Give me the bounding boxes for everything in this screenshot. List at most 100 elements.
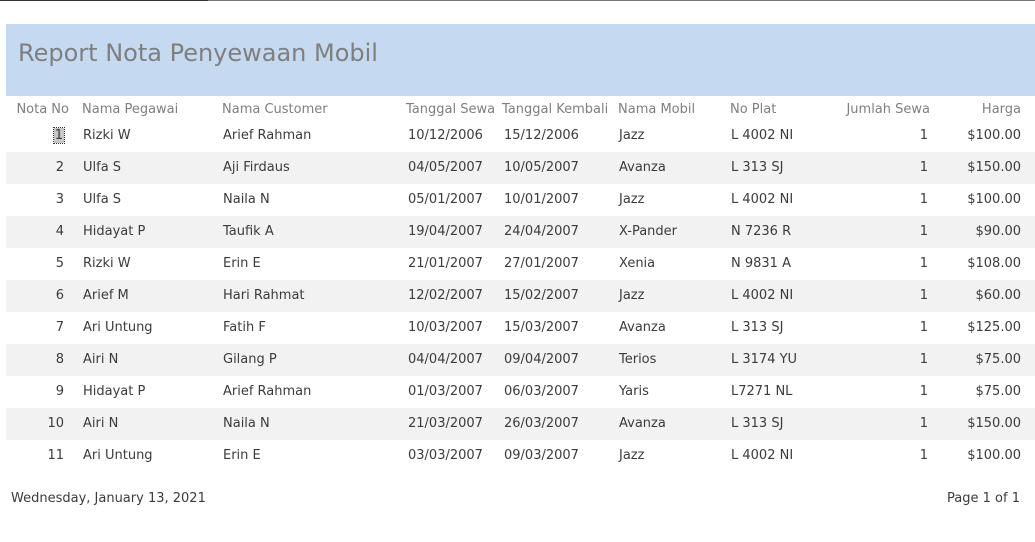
no-plat-cell: L 4002 NI	[731, 288, 794, 303]
column-header-nama-pegawai: Nama Pegawai	[82, 102, 179, 117]
tanggal-sewa-cell: 10/03/2007	[408, 320, 483, 335]
nota-no-cell: 7	[55, 320, 64, 335]
nota-no-cell[interactable]: 1	[6, 127, 66, 144]
tanggal-sewa-cell: 19/04/2007	[408, 224, 483, 239]
report-header: Report Nota Penyewaan Mobil	[6, 24, 1035, 96]
nama-mobil-cell: Avanza	[619, 416, 666, 431]
nota-no-cell: 10	[47, 416, 64, 431]
jumlah-sewa-cell: 1	[919, 384, 928, 399]
nama-mobil-cell: Jazz	[619, 128, 645, 143]
tanggal-sewa-cell: 21/03/2007	[408, 416, 483, 431]
no-plat-cell: L7271 NL	[731, 384, 793, 399]
report-row: 4 Hidayat P Taufik A 19/04/2007 24/04/20…	[6, 216, 1035, 248]
report-row: 7 Ari Untung Fatih F 10/03/2007 15/03/20…	[6, 312, 1035, 344]
jumlah-sewa-cell: 1	[919, 128, 928, 143]
nama-mobil-cell: Avanza	[619, 160, 666, 175]
nota-no-cell: 3	[55, 192, 64, 207]
nama-pegawai-cell: Arief M	[83, 288, 129, 303]
tanggal-kembali-cell: 10/01/2007	[504, 192, 579, 207]
nota-no-cell: 6	[55, 288, 64, 303]
column-header-row: Nota No Nama Pegawai Nama Customer Tangg…	[6, 96, 1035, 120]
nama-mobil-cell: Jazz	[619, 288, 645, 303]
report-date: Wednesday, January 13, 2021	[11, 491, 206, 506]
jumlah-sewa-cell: 1	[919, 160, 928, 175]
report-row: 8 Airi N Gilang P 04/04/2007 09/04/2007 …	[6, 344, 1035, 376]
jumlah-sewa-cell: 1	[919, 320, 928, 335]
harga-cell: $60.00	[975, 288, 1022, 303]
no-plat-cell: L 313 SJ	[731, 160, 784, 175]
nama-customer-cell: Taufik A	[223, 224, 274, 239]
nama-pegawai-cell: Ulfa S	[83, 160, 122, 175]
tanggal-kembali-cell: 15/02/2007	[504, 288, 579, 303]
jumlah-sewa-cell: 1	[919, 416, 928, 431]
harga-cell: $100.00	[967, 128, 1021, 143]
nota-no-cell: 11	[47, 448, 64, 463]
no-plat-cell: N 7236 R	[731, 224, 792, 239]
nama-pegawai-cell: Hidayat P	[83, 224, 146, 239]
nama-mobil-cell: Yaris	[619, 384, 649, 399]
nama-pegawai-cell: Ari Untung	[83, 320, 153, 335]
nota-no-cell: 2	[55, 160, 64, 175]
no-plat-cell: L 4002 NI	[731, 448, 794, 463]
nama-pegawai-cell: Rizki W	[83, 256, 131, 271]
tanggal-kembali-cell: 26/03/2007	[504, 416, 579, 431]
jumlah-sewa-cell: 1	[919, 352, 928, 367]
tanggal-sewa-cell: 21/01/2007	[408, 256, 483, 271]
tanggal-sewa-cell: 03/03/2007	[408, 448, 483, 463]
tanggal-sewa-cell: 05/01/2007	[408, 192, 483, 207]
no-plat-cell: L 313 SJ	[731, 320, 784, 335]
harga-cell: $100.00	[967, 448, 1021, 463]
nama-customer-cell: Hari Rahmat	[223, 288, 305, 303]
nama-customer-cell: Erin E	[223, 256, 261, 271]
nama-mobil-cell: Terios	[619, 352, 657, 367]
nama-mobil-cell: Avanza	[619, 320, 666, 335]
focused-nota-no[interactable]: 1	[52, 127, 66, 144]
harga-cell: $150.00	[967, 416, 1021, 431]
report-row: 6 Arief M Hari Rahmat 12/02/2007 15/02/2…	[6, 280, 1035, 312]
column-header-nama-customer: Nama Customer	[222, 102, 328, 117]
tanggal-kembali-cell: 24/04/2007	[504, 224, 579, 239]
nama-customer-cell: Aji Firdaus	[223, 160, 290, 175]
tanggal-sewa-cell: 01/03/2007	[408, 384, 483, 399]
jumlah-sewa-cell: 1	[919, 448, 928, 463]
page-number: Page 1 of 1	[947, 491, 1020, 506]
harga-cell: $90.00	[975, 224, 1022, 239]
jumlah-sewa-cell: 1	[919, 224, 928, 239]
top-border-accent	[0, 0, 208, 1]
tanggal-sewa-cell: 04/04/2007	[408, 352, 483, 367]
nama-customer-cell: Fatih F	[223, 320, 266, 335]
nama-customer-cell: Arief Rahman	[223, 384, 312, 399]
nota-no-cell: 5	[55, 256, 64, 271]
column-header-nota-no: Nota No	[16, 102, 69, 117]
tanggal-kembali-cell: 09/03/2007	[504, 448, 579, 463]
no-plat-cell: L 313 SJ	[731, 416, 784, 431]
nama-customer-cell: Naila N	[223, 192, 270, 207]
no-plat-cell: L 3174 YU	[731, 352, 798, 367]
harga-cell: $125.00	[967, 320, 1021, 335]
nama-pegawai-cell: Ari Untung	[83, 448, 153, 463]
tanggal-kembali-cell: 15/12/2006	[504, 128, 579, 143]
nama-pegawai-cell: Airi N	[83, 416, 119, 431]
jumlah-sewa-cell: 1	[919, 256, 928, 271]
report-row: 11 Ari Untung Erin E 03/03/2007 09/03/20…	[6, 440, 1035, 472]
column-header-harga: Harga	[981, 102, 1021, 117]
tanggal-kembali-cell: 09/04/2007	[504, 352, 579, 367]
column-header-tanggal-sewa: Tanggal Sewa	[406, 102, 496, 117]
harga-cell: $75.00	[975, 352, 1022, 367]
no-plat-cell: L 4002 NI	[731, 192, 794, 207]
no-plat-cell: N 9831 A	[731, 256, 791, 271]
nama-pegawai-cell: Airi N	[83, 352, 119, 367]
nama-pegawai-cell: Hidayat P	[83, 384, 146, 399]
tanggal-kembali-cell: 15/03/2007	[504, 320, 579, 335]
nota-no-cell: 8	[55, 352, 64, 367]
harga-cell: $100.00	[967, 192, 1021, 207]
harga-cell: $150.00	[967, 160, 1021, 175]
column-header-no-plat: No Plat	[730, 102, 777, 117]
jumlah-sewa-cell: 1	[919, 192, 928, 207]
tanggal-kembali-cell: 27/01/2007	[504, 256, 579, 271]
tanggal-kembali-cell: 06/03/2007	[504, 384, 579, 399]
nama-customer-cell: Naila N	[223, 416, 270, 431]
column-header-tanggal-kembali: Tanggal Kembali	[502, 102, 609, 117]
nota-no-cell: 4	[55, 224, 64, 239]
report-row: 9 Hidayat P Arief Rahman 01/03/2007 06/0…	[6, 376, 1035, 408]
